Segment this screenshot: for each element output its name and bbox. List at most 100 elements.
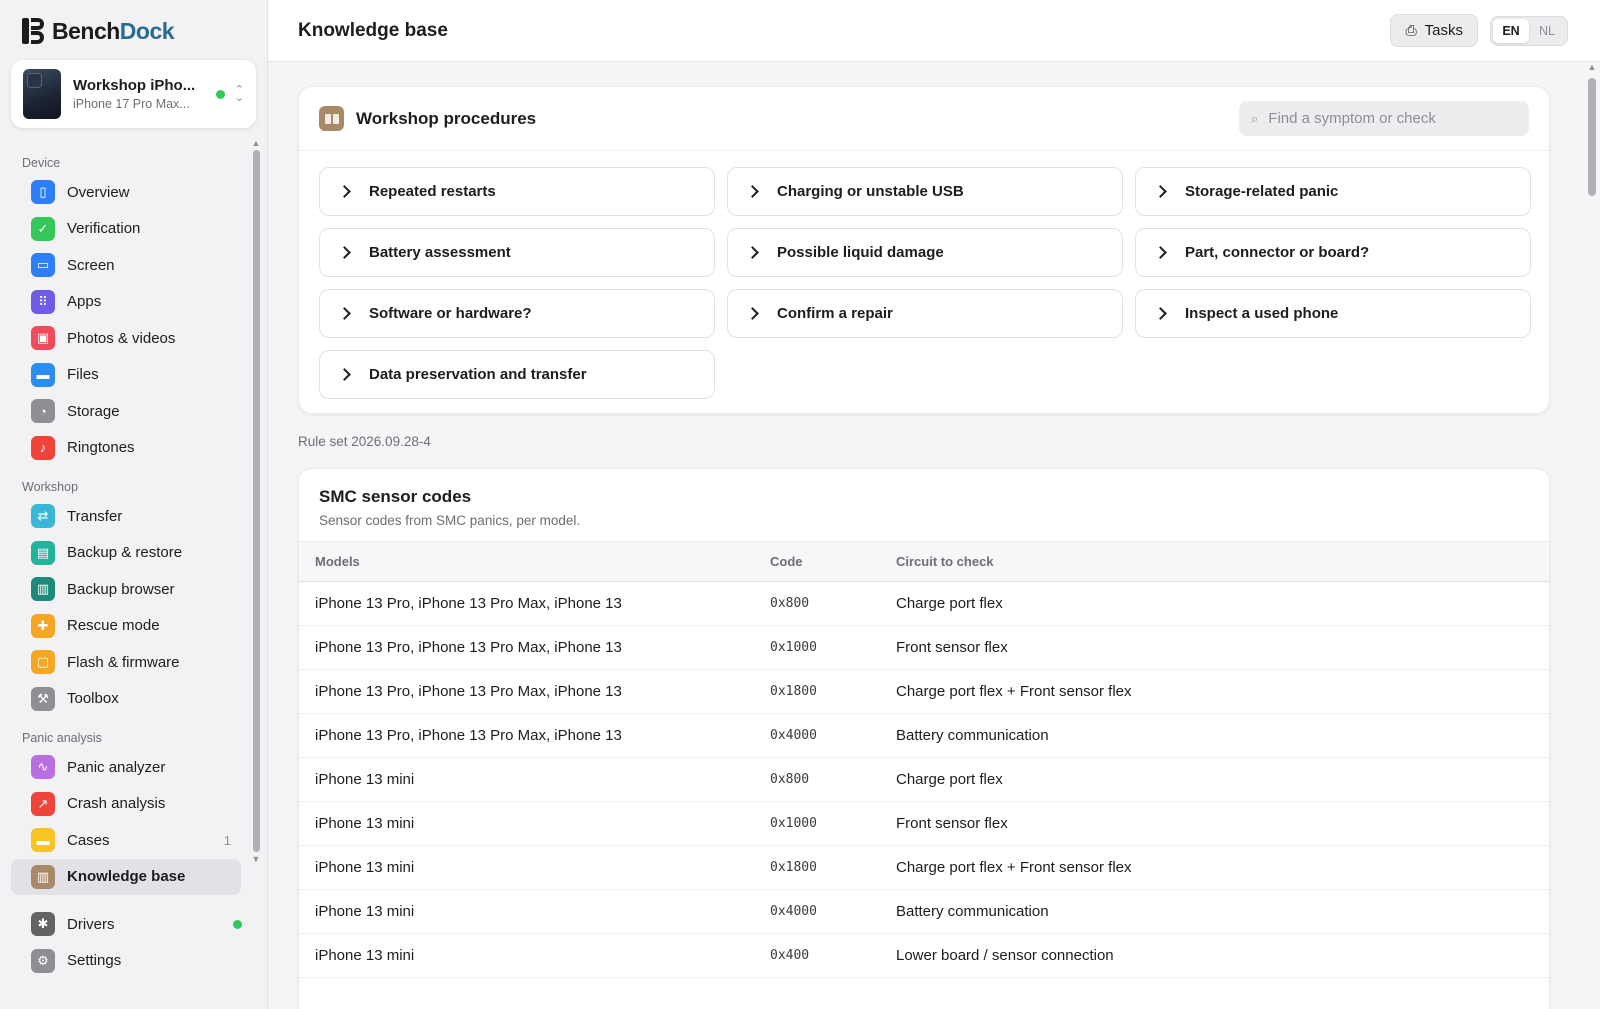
sidebar-item-ringtones[interactable]: ♪ Ringtones [11, 430, 241, 467]
section-label-workshop: Workshop [22, 480, 79, 494]
cell-circuit: Charge port flex [880, 581, 1549, 626]
procedure-inspect-a-used-phone[interactable]: Inspect a used phone [1135, 289, 1531, 338]
main-scrollbar[interactable]: ▲ [1584, 62, 1600, 1009]
procedure-possible-liquid-damage[interactable]: Possible liquid damage [727, 228, 1123, 277]
sidebar-item-knowledge-base[interactable]: ▥ Knowledge base [11, 858, 241, 895]
cell-circuit: Charge port flex [880, 757, 1549, 802]
sidebar-item-label: Settings [67, 952, 122, 970]
procedure-charging-or-unstable-usb[interactable]: Charging or unstable USB [727, 167, 1123, 216]
sidebar-item-label: Backup browser [67, 580, 175, 598]
sidebar-item-backup-browser[interactable]: ▥ Backup browser [11, 571, 241, 608]
cell-models: iPhone 13 Pro, iPhone 13 Pro Max, iPhone… [299, 625, 754, 670]
sidebar-item-transfer[interactable]: ⇄ Transfer [11, 498, 241, 535]
music-note-icon: ♪ [31, 435, 55, 460]
chevron-right-icon [338, 246, 351, 259]
procedure-confirm-a-repair[interactable]: Confirm a repair [727, 289, 1123, 338]
chevron-right-icon [1154, 185, 1167, 198]
main-area: Knowledge base ⎙ Tasks EN NL Workshop pr… [268, 0, 1600, 1009]
cell-circuit: Battery communication [880, 713, 1549, 758]
procedure-label: Repeated restarts [369, 183, 496, 200]
device-selector[interactable]: Workshop iPho... iPhone 17 Pro Max... ⌃ ⌄ [11, 60, 256, 128]
sidebar-bottom: ✱ Drivers ⚙ Settings [0, 906, 267, 979]
sidebar-scrollbar[interactable]: ▲ ▼ [250, 138, 262, 898]
cases-count-badge: 1 [223, 832, 231, 848]
content-scroll-area: Workshop procedures ⌕ Repeated restarts C… [268, 62, 1584, 1009]
sidebar-item-panic-analyzer[interactable]: ∿ Panic analyzer [11, 749, 241, 786]
cell-models: iPhone 13 mini [299, 757, 754, 802]
sidebar-item-apps[interactable]: ⠿ Apps [11, 284, 241, 321]
table-row: iPhone 13 mini 0x400 Lower board / sensor … [299, 933, 1549, 978]
table-row: iPhone 13 mini 0x1000 Front sensor flex [299, 801, 1549, 846]
sidebar-item-crash-analysis[interactable]: ↗ Crash analysis [11, 786, 241, 823]
sidebar-item-rescue-mode[interactable]: ✚ Rescue mode [11, 608, 241, 645]
sidebar-item-settings[interactable]: ⚙ Settings [11, 943, 256, 980]
main-scroll-thumb[interactable] [1588, 78, 1596, 196]
gear-icon: ⚙ [31, 948, 55, 973]
chevron-right-icon [1154, 307, 1167, 320]
tasks-button[interactable]: ⎙ Tasks [1390, 14, 1478, 47]
chevron-right-icon [1154, 246, 1167, 259]
sidebar-item-cases[interactable]: ▬ Cases 1 [11, 822, 241, 859]
cell-models: iPhone 13 mini [299, 933, 754, 978]
cell-models: iPhone 13 mini [299, 889, 754, 934]
sidebar-item-label: Drivers [67, 915, 115, 933]
scroll-up-arrow-icon[interactable]: ▲ [250, 138, 262, 148]
procedure-battery-assessment[interactable]: Battery assessment [319, 228, 715, 277]
sidebar-item-photos-and-videos[interactable]: ▣ Photos & videos [11, 320, 241, 357]
photo-icon: ▣ [31, 326, 55, 351]
sidebar-item-verification[interactable]: ✓ Verification [11, 211, 241, 248]
table-row: iPhone 13 mini 0x800 Charge port flex [299, 757, 1549, 802]
cell-code: 0x400 [754, 933, 880, 978]
page-title: Knowledge base [298, 19, 448, 41]
sidebar-item-label: Overview [67, 183, 130, 201]
procedure-storage-related-panic[interactable]: Storage-related panic [1135, 167, 1531, 216]
cell-circuit: Lower board / sensor connection [880, 933, 1549, 978]
tasks-icon: ⎙ [1405, 22, 1417, 38]
cell-code: 0x800 [754, 581, 880, 626]
shield-icon: ✓ [31, 216, 55, 241]
procedure-part-connector-or-board[interactable]: Part, connector or board? [1135, 228, 1531, 277]
cell-models: iPhone 13 Pro, iPhone 13 Pro Max, iPhone… [299, 669, 754, 714]
sidebar-item-drivers[interactable]: ✱ Drivers [11, 906, 256, 943]
smc-subtitle: Sensor codes from SMC panics, per model. [319, 513, 581, 528]
scroll-down-arrow-icon[interactable]: ▼ [250, 854, 262, 864]
cell-models: iPhone 13 mini [299, 801, 754, 846]
scroll-up-arrow-icon[interactable]: ▲ [1584, 62, 1600, 74]
apps-grid-icon: ⠿ [31, 289, 55, 314]
procedures-grid: Repeated restarts Charging or unstable US… [319, 167, 1531, 399]
sidebar-item-backup-and-restore[interactable]: ▤ Backup & restore [11, 535, 241, 572]
sidebar-item-screen[interactable]: ▭ Screen [11, 247, 241, 284]
procedure-data-preservation-and-transfer[interactable]: Data preservation and transfer [319, 350, 715, 399]
sidebar-item-storage[interactable]: ◔ Storage [11, 393, 241, 430]
lang-nl-button[interactable]: NL [1529, 19, 1565, 43]
sidebar-item-label: Files [67, 366, 99, 384]
symptom-search-input[interactable] [1268, 110, 1509, 127]
sidebar-item-flash-and-firmware[interactable]: ▢ Flash & firmware [11, 644, 241, 681]
workshop-procedures-card: Workshop procedures ⌕ Repeated restarts C… [298, 86, 1550, 414]
cell-models: iPhone 13 mini [299, 845, 754, 890]
lang-en-button[interactable]: EN [1493, 19, 1529, 43]
table-row: iPhone 13 mini 0x1800 Charge port flex + F… [299, 845, 1549, 890]
sidebar-item-label: Transfer [67, 507, 123, 525]
sidebar-item-label: Panic analyzer [67, 758, 166, 776]
transfer-icon: ⇄ [31, 504, 55, 529]
pie-icon: ◔ [31, 399, 55, 424]
sidebar-item-files[interactable]: ▬ Files [11, 357, 241, 394]
procedure-software-or-hardware[interactable]: Software or hardware? [319, 289, 715, 338]
section-label-panic-analysis: Panic analysis [22, 731, 102, 745]
chip-icon: ▢ [31, 650, 55, 675]
table-row: iPhone 13 Pro, iPhone 13 Pro Max, iPhone… [299, 669, 1549, 714]
sidebar-scroll-thumb[interactable] [252, 150, 260, 852]
cell-code: 0x1800 [754, 669, 880, 714]
top-bar: Knowledge base ⎙ Tasks EN NL [268, 0, 1600, 62]
chevron-right-icon [746, 246, 759, 259]
table-header-row: Models Code Circuit to check [299, 541, 1549, 582]
procedure-label: Confirm a repair [777, 305, 893, 322]
sidebar-item-label: Verification [67, 220, 141, 238]
procedure-repeated-restarts[interactable]: Repeated restarts [319, 167, 715, 216]
sidebar-item-toolbox[interactable]: ⚒ Toolbox [11, 681, 241, 718]
sidebar-item-overview[interactable]: ▯ Overview [11, 174, 241, 211]
drive-icon: ▥ [31, 577, 55, 602]
column-header-models: Models [299, 541, 754, 582]
benchdock-logo-icon [22, 18, 44, 44]
